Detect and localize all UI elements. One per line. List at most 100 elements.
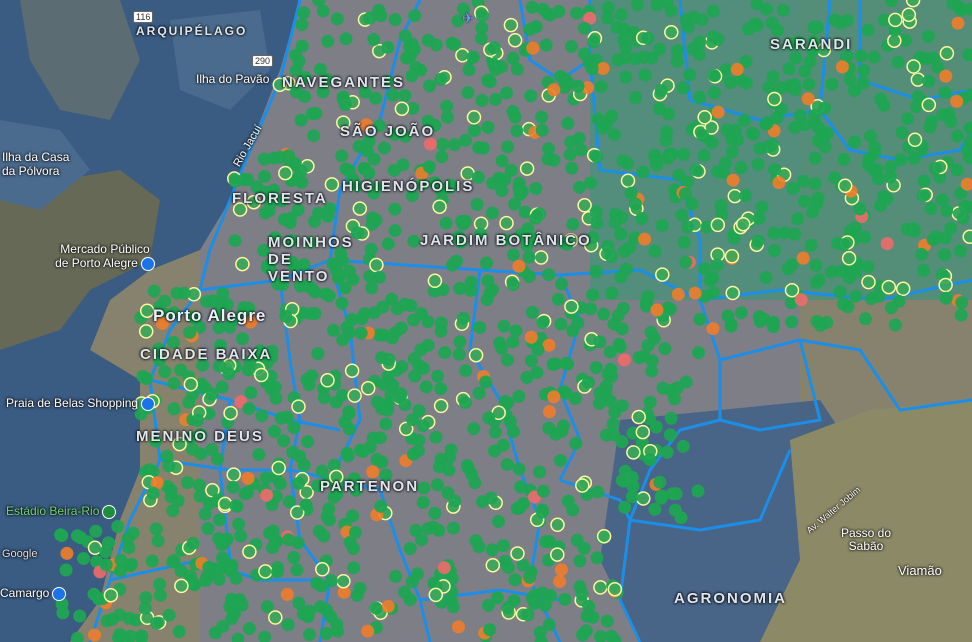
- place-marker-icon[interactable]: [52, 586, 67, 601]
- marker-green[interactable]: [531, 343, 545, 357]
- marker-green[interactable]: [343, 164, 356, 178]
- marker-green[interactable]: [320, 510, 334, 524]
- marker-green[interactable]: [802, 77, 816, 91]
- marker-green[interactable]: [939, 291, 953, 305]
- marker-green[interactable]: [205, 387, 219, 401]
- marker-green[interactable]: [808, 108, 822, 122]
- marker-green[interactable]: [512, 462, 526, 476]
- marker-green[interactable]: [590, 150, 604, 163]
- marker-yellow[interactable]: [901, 7, 917, 23]
- marker-green[interactable]: [460, 459, 474, 472]
- marker-green[interactable]: [520, 371, 534, 384]
- marker-green[interactable]: [958, 199, 972, 213]
- marker-green[interactable]: [737, 113, 751, 127]
- marker-green[interactable]: [442, 463, 456, 477]
- map-canvas[interactable]: [0, 0, 972, 642]
- marker-yellow[interactable]: [841, 251, 857, 266]
- marker-green[interactable]: [894, 153, 908, 166]
- marker-green[interactable]: [282, 533, 296, 547]
- marker-green[interactable]: [322, 289, 336, 303]
- marker-green[interactable]: [798, 194, 812, 208]
- marker-green[interactable]: [663, 428, 677, 442]
- marker-green[interactable]: [854, 49, 868, 63]
- marker-green[interactable]: [542, 268, 556, 282]
- marker-green[interactable]: [668, 503, 682, 517]
- marker-green[interactable]: [449, 254, 463, 268]
- marker-green[interactable]: [508, 573, 522, 587]
- marker-green[interactable]: [605, 109, 619, 123]
- marker-green[interactable]: [539, 38, 553, 52]
- marker-green[interactable]: [765, 16, 779, 30]
- marker-green[interactable]: [765, 138, 779, 152]
- marker-green[interactable]: [241, 363, 255, 377]
- marker-green[interactable]: [166, 555, 180, 569]
- marker-green[interactable]: [320, 627, 333, 640]
- marker-green[interactable]: [619, 70, 633, 84]
- marker-green[interactable]: [559, 356, 573, 370]
- marker-green[interactable]: [316, 4, 330, 18]
- marker-green[interactable]: [510, 124, 524, 138]
- marker-yellow[interactable]: [258, 564, 273, 579]
- marker-green[interactable]: [645, 354, 659, 368]
- marker-green[interactable]: [864, 129, 877, 143]
- marker-green[interactable]: [484, 491, 498, 505]
- marker-green[interactable]: [760, 2, 774, 16]
- marker-green[interactable]: [565, 161, 579, 175]
- marker-green[interactable]: [751, 234, 765, 248]
- marker-yellow[interactable]: [837, 178, 853, 194]
- marker-green[interactable]: [535, 123, 549, 137]
- marker-green[interactable]: [242, 402, 256, 415]
- marker-yellow[interactable]: [906, 59, 921, 74]
- marker-green[interactable]: [225, 558, 239, 572]
- marker-green[interactable]: [388, 13, 402, 27]
- marker-green[interactable]: [608, 128, 621, 142]
- marker-green[interactable]: [403, 542, 417, 555]
- marker-green[interactable]: [768, 163, 782, 176]
- marker-green[interactable]: [569, 437, 583, 450]
- marker-green[interactable]: [381, 237, 395, 251]
- marker-green[interactable]: [524, 354, 538, 368]
- marker-yellow[interactable]: [895, 281, 911, 297]
- marker-green[interactable]: [434, 72, 448, 86]
- marker-green[interactable]: [458, 396, 472, 410]
- marker-green[interactable]: [74, 531, 88, 545]
- marker-green[interactable]: [710, 258, 724, 272]
- marker-green[interactable]: [238, 487, 252, 501]
- marker-green[interactable]: [500, 353, 514, 367]
- marker-green[interactable]: [395, 360, 409, 374]
- marker-green[interactable]: [342, 326, 356, 340]
- marker-green[interactable]: [506, 278, 520, 291]
- marker-green[interactable]: [305, 107, 319, 121]
- marker-green[interactable]: [695, 13, 709, 27]
- marker-green[interactable]: [434, 382, 448, 396]
- marker-green[interactable]: [493, 336, 507, 350]
- marker-green[interactable]: [381, 41, 395, 54]
- marker-green[interactable]: [335, 296, 349, 310]
- marker-red[interactable]: [617, 353, 631, 367]
- marker-green[interactable]: [652, 102, 666, 116]
- marker-green[interactable]: [77, 552, 91, 565]
- marker-green[interactable]: [561, 116, 575, 130]
- marker-yellow[interactable]: [174, 578, 189, 594]
- marker-green[interactable]: [643, 453, 657, 467]
- marker-green[interactable]: [372, 3, 386, 17]
- marker-yellow[interactable]: [254, 367, 269, 383]
- marker-green[interactable]: [809, 258, 823, 272]
- marker-green[interactable]: [923, 120, 937, 134]
- marker-green[interactable]: [618, 500, 632, 514]
- marker-green[interactable]: [590, 216, 604, 230]
- marker-green[interactable]: [481, 120, 495, 134]
- marker-green[interactable]: [907, 224, 921, 238]
- marker-yellow[interactable]: [455, 48, 470, 63]
- marker-green[interactable]: [536, 316, 550, 329]
- marker-green[interactable]: [56, 606, 70, 620]
- marker-yellow[interactable]: [550, 547, 565, 562]
- marker-green[interactable]: [776, 3, 790, 17]
- marker-green[interactable]: [665, 147, 679, 161]
- marker-green[interactable]: [586, 288, 599, 302]
- marker-green[interactable]: [273, 150, 287, 164]
- marker-yellow[interactable]: [962, 229, 972, 244]
- marker-green[interactable]: [593, 335, 607, 349]
- marker-green[interactable]: [506, 105, 520, 118]
- marker-green[interactable]: [655, 489, 668, 503]
